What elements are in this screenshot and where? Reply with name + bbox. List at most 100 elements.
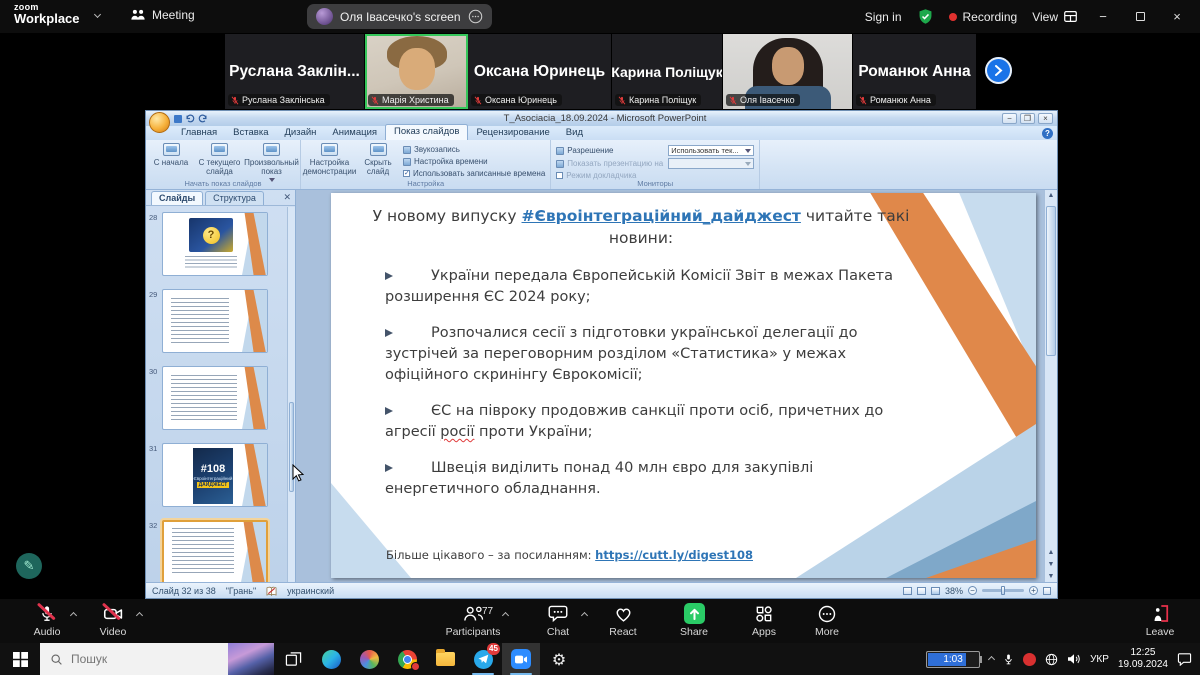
start-button[interactable] [0,643,40,675]
panel-scrollbar[interactable] [287,207,295,582]
previous-slide-icon[interactable]: ▲ [1045,547,1057,558]
ppt-close-button[interactable]: × [1038,113,1053,124]
more-button[interactable]: More [792,603,862,638]
ppt-restore-button[interactable]: ❐ [1020,113,1035,124]
tab-insert[interactable]: Вставка [225,126,276,140]
slide-scrollbar[interactable]: ▲ ▲ ▼ ▼ [1044,190,1057,582]
custom-slideshow-button[interactable]: Произвольный показ [248,143,295,182]
slide-thumbnail-28[interactable]: ? [162,212,268,276]
audio-button[interactable]: Audio [12,603,82,638]
recording-app-tray-icon[interactable] [1023,653,1036,666]
tab-slideshow-active[interactable]: Показ слайдов [385,124,468,140]
share-button[interactable]: Share [659,603,729,638]
scroll-up-icon[interactable]: ▲ [1045,190,1057,201]
participant-tile[interactable]: Руслана Заклін... Руслана Заклінська [225,34,365,109]
close-button[interactable]: × [1166,9,1188,24]
office-button[interactable] [149,112,170,133]
normal-view-icon[interactable] [903,587,912,595]
use-timings-checkbox[interactable]: ✓Использовать записанные времена [403,169,545,178]
zoom-in-icon[interactable]: + [1029,586,1038,595]
ppt-minimize-button[interactable]: − [1002,113,1017,124]
tab-design[interactable]: Дизайн [276,126,324,140]
taskbar-search-box[interactable] [40,643,274,675]
redo-icon[interactable] [198,114,208,123]
participants-button[interactable]: Participants 77 [438,603,508,638]
tab-view[interactable]: Вид [558,126,591,140]
save-icon[interactable] [174,115,182,123]
setup-slideshow-button[interactable]: Настройка демонстрации [306,143,353,176]
leave-button[interactable]: Leave [1125,603,1195,638]
resolution-dropdown[interactable]: Использовать тек... [668,145,754,156]
chat-chevron-icon[interactable] [581,612,588,619]
chat-button[interactable]: Chat [523,603,593,638]
hide-slide-button[interactable]: Скрыть слайд [358,143,398,176]
task-view-button[interactable] [274,643,312,675]
close-panel-icon[interactable]: ✕ [283,192,291,205]
security-shield-icon[interactable] [917,8,934,25]
slide-thumbnail-30[interactable] [162,366,268,430]
search-input[interactable] [71,652,201,666]
annotate-button[interactable]: ✎ [16,553,42,579]
search-highlight-image[interactable] [228,643,274,675]
apps-button[interactable]: Apps [729,603,799,638]
scrollbar-thumb[interactable] [1046,206,1056,356]
settings-button[interactable]: ⚙ [540,643,578,675]
ellipsis-circle-icon[interactable] [468,9,483,24]
shared-screen-pill[interactable]: Оля Івасечко's screen [307,4,492,29]
undo-icon[interactable] [185,114,195,123]
zoom-slider-thumb[interactable] [1001,586,1005,595]
spellcheck-book-icon[interactable] [266,586,277,596]
video-button[interactable]: Video [78,603,148,638]
audio-options-chevron-icon[interactable] [70,612,77,619]
rehearse-timings-button[interactable]: Настройка времени [403,157,545,166]
tab-review[interactable]: Рецензирование [468,126,557,140]
telegram-button[interactable]: 45 [464,643,502,675]
heading-hashtag-link[interactable]: #Євроінтеграційний_дайджест [522,207,801,225]
zoom-slider[interactable] [982,589,1024,592]
tab-slides[interactable]: Слайды [151,191,203,205]
notification-center-icon[interactable] [1177,652,1192,666]
participant-tile[interactable]: Карина Поліщук Карина Поліщук [612,34,723,109]
chevron-down-icon[interactable] [94,11,101,18]
tab-home[interactable]: Главная [173,126,225,140]
slide-thumbnail-32-selected[interactable] [162,520,268,582]
zoom-out-icon[interactable]: − [968,586,977,595]
scroll-down-icon[interactable]: ▼ [1045,571,1057,582]
fit-to-window-icon[interactable] [1043,587,1051,595]
tab-animations[interactable]: Анимация [324,126,385,140]
slideshow-view-icon[interactable] [931,587,940,595]
slide-thumbnail-31[interactable]: #108 Євроінтеграційний ДАЙДЖЕСТ [162,443,268,507]
language-indicator[interactable]: УКР [1090,654,1109,665]
help-icon[interactable]: ? [1042,128,1053,139]
record-narration-button[interactable]: Звукозапись [403,145,545,154]
powerpoint-title-bar[interactable]: T_Asociacia_18.09.2024 - Microsoft Power… [146,111,1057,126]
participant-video-tile-active-speaker[interactable]: Марія Христина [365,34,468,109]
edge-button[interactable] [312,643,350,675]
maximize-button[interactable] [1129,9,1151,24]
footer-link[interactable]: https://cutt.ly/digest108 [595,548,753,562]
next-slide-icon[interactable]: ▼ [1045,559,1057,570]
slide-sorter-icon[interactable] [917,587,926,595]
participants-chevron-icon[interactable] [502,612,509,619]
copilot-button[interactable] [350,643,388,675]
speaker-icon[interactable] [1067,653,1081,665]
meeting-tab[interactable]: Meeting [130,8,195,22]
hidden-icons-chevron-icon[interactable] [988,655,995,662]
tab-outline[interactable]: Структура [205,191,264,205]
chrome-button[interactable] [388,643,426,675]
view-button[interactable]: View [1032,10,1077,24]
zoom-app-button[interactable] [502,643,540,675]
minimize-button[interactable]: − [1092,9,1114,24]
video-options-chevron-icon[interactable] [136,612,143,619]
from-current-slide-button[interactable]: С текущего слайда [196,143,243,176]
network-globe-icon[interactable] [1045,653,1058,666]
from-beginning-button[interactable]: С начала [151,143,191,167]
participant-tile[interactable]: Романюк Анна Романюк Анна [853,34,977,109]
participant-tile[interactable]: Оксана Юринець Оксана Юринець [468,34,612,109]
battery-timer-widget[interactable]: 1:03 [926,651,980,668]
sign-in-link[interactable]: Sign in [865,10,902,24]
react-button[interactable]: React [588,603,658,638]
participant-video-tile[interactable]: Оля Івасечко [723,34,853,109]
proofing-language[interactable]: украинский [287,586,334,596]
taskbar-clock[interactable]: 12:25 19.09.2024 [1118,647,1168,671]
